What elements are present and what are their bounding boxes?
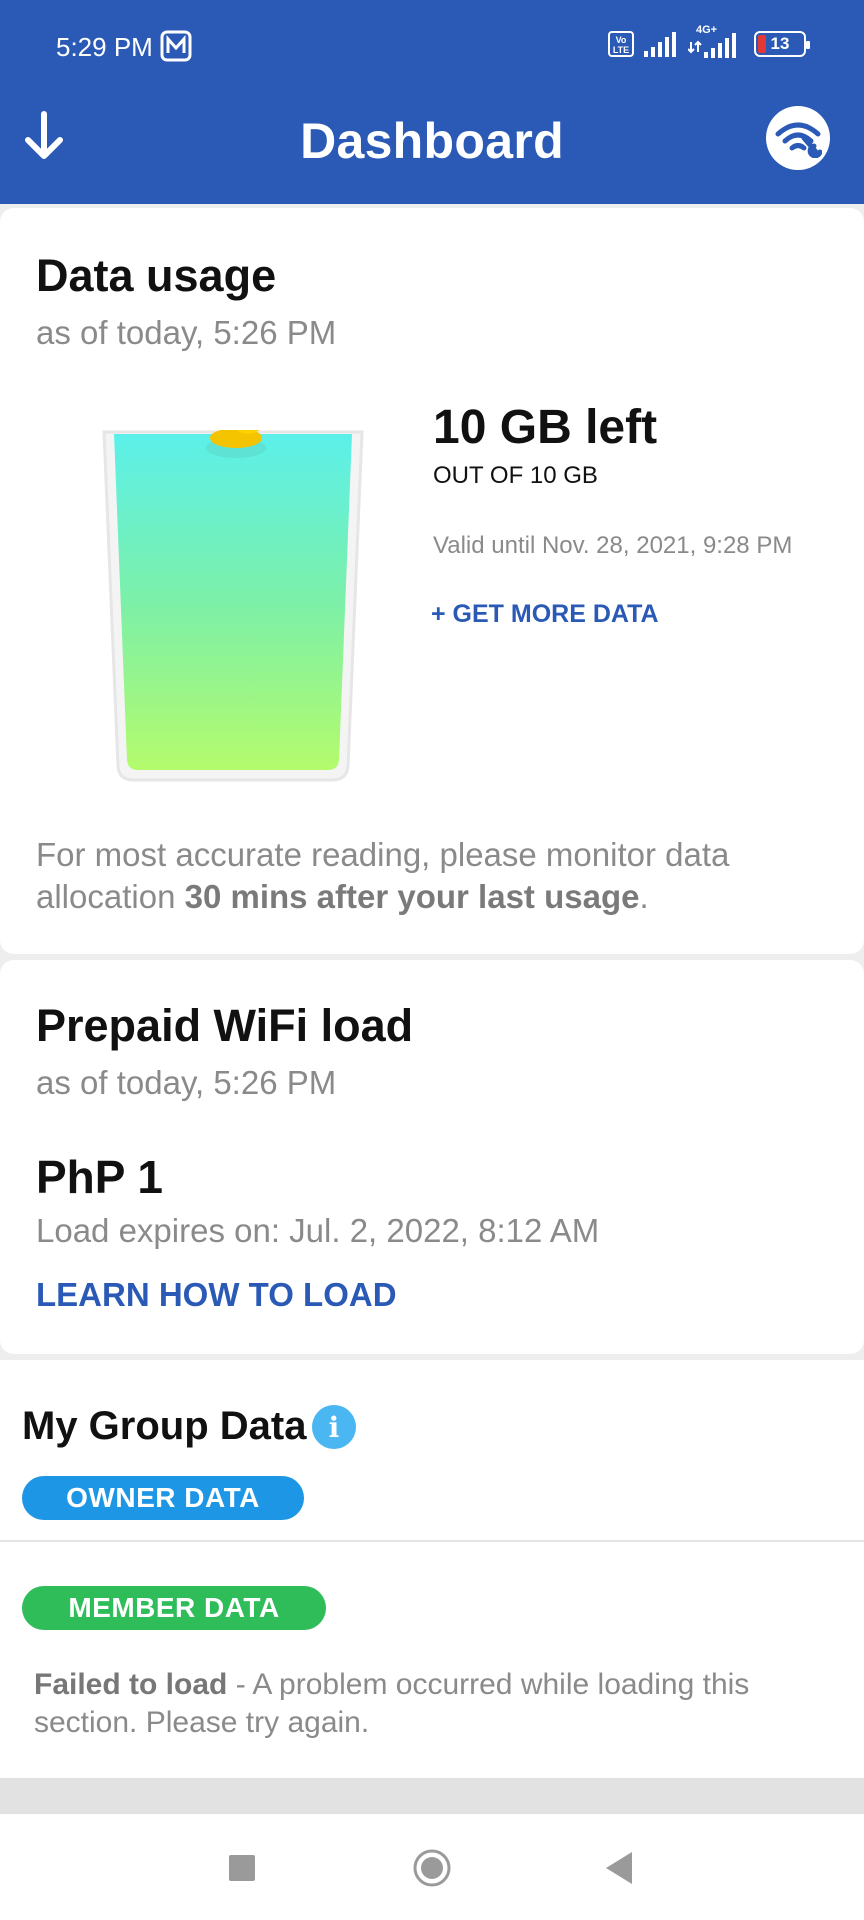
notification-m-icon [160,30,192,62]
learn-how-to-load-link[interactable]: LEARN HOW TO LOAD [36,1276,397,1314]
load-error-message: Failed to load - A problem occurred whil… [34,1668,750,1739]
back-button[interactable] [604,1850,634,1886]
signal-4g-icon: 4G+ [688,24,744,58]
member-data-badge[interactable]: MEMBER DATA [22,1586,326,1630]
info-icon[interactable]: i [312,1405,356,1449]
data-total: OUT OF 10 GB [433,462,598,489]
data-left-amount: 10 GB left [433,401,658,454]
prepaid-balance: PhP 1 [36,1151,163,1203]
status-bar: 5:29 PM Vo LTE 4G+ 13 [0,0,864,96]
owner-data-badge[interactable]: OWNER DATA [22,1476,304,1520]
wifi-tools-icon [775,122,822,158]
data-usage-timestamp: as of today, 5:26 PM [36,314,337,351]
get-more-data-link[interactable]: + GET MORE DATA [431,600,659,629]
recents-button[interactable] [229,1855,255,1881]
data-usage-title: Data usage [36,250,277,301]
scroll-bottom-strip [0,1778,864,1814]
accuracy-note: For most accurate reading, please monito… [36,836,730,915]
volte-icon: Vo LTE [608,31,634,57]
status-time: 5:29 PM [56,32,153,62]
status-indicators: Vo LTE 4G+ 13 [608,24,810,58]
signal-icon [644,32,676,57]
wifi-tools-button[interactable] [766,106,830,170]
load-expiry: Load expires on: Jul. 2, 2022, 8:12 AM [36,1212,600,1249]
app-header: 5:29 PM Vo LTE 4G+ 13 Dashboard [0,0,864,204]
prepaid-timestamp: as of today, 5:26 PM [36,1064,337,1101]
home-button[interactable] [412,1848,452,1888]
prepaid-title: Prepaid WiFi load [36,1000,414,1051]
divider [0,1540,864,1542]
data-validity: Valid until Nov. 28, 2021, 9:28 PM [433,532,793,559]
group-data-title: My Group Data [22,1404,307,1448]
page-title: Dashboard [300,113,564,169]
data-glass-gauge [102,430,364,782]
battery-icon: 13 [754,31,810,57]
